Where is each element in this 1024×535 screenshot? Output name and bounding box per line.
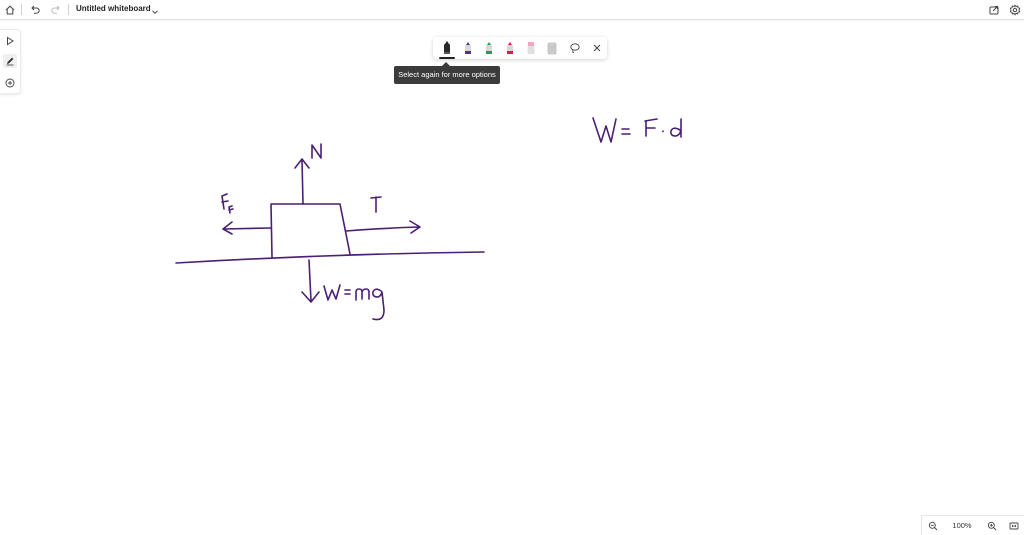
settings-icon[interactable]: [1007, 2, 1023, 18]
ink-weight-arrow: [301, 259, 320, 303]
ink-normal-arrow: [294, 158, 310, 205]
ink-ground-line: [175, 251, 485, 264]
zoom-in-icon[interactable]: [985, 519, 998, 532]
ink-tension-arrow: [345, 220, 421, 234]
ink-block: [270, 203, 351, 258]
redo-icon[interactable]: [48, 2, 64, 18]
share-icon[interactable]: [986, 2, 1002, 18]
top-bar: Untitled whiteboard: [0, 0, 1024, 20]
zoom-level[interactable]: 100%: [950, 520, 974, 531]
home-icon[interactable]: [2, 2, 18, 18]
ink-label-n: [311, 143, 322, 159]
ink-label-ff: [221, 193, 234, 214]
ink-label-t: [370, 196, 382, 213]
ink-label-w-mg: [323, 284, 385, 321]
ink-drawing: [175, 117, 682, 321]
undo-icon[interactable]: [27, 2, 43, 18]
zoom-controls: 100%: [921, 515, 1024, 535]
zoom-out-icon[interactable]: [926, 519, 939, 532]
whiteboard-title[interactable]: Untitled whiteboard: [76, 3, 151, 15]
whiteboard-canvas[interactable]: [0, 20, 1024, 514]
ink-friction-arrow: [222, 221, 272, 235]
ink-work-formula: [592, 117, 682, 143]
fit-screen-icon[interactable]: [1007, 519, 1020, 532]
divider: [21, 4, 22, 15]
chevron-down-icon[interactable]: [150, 4, 160, 15]
divider: [68, 4, 69, 15]
